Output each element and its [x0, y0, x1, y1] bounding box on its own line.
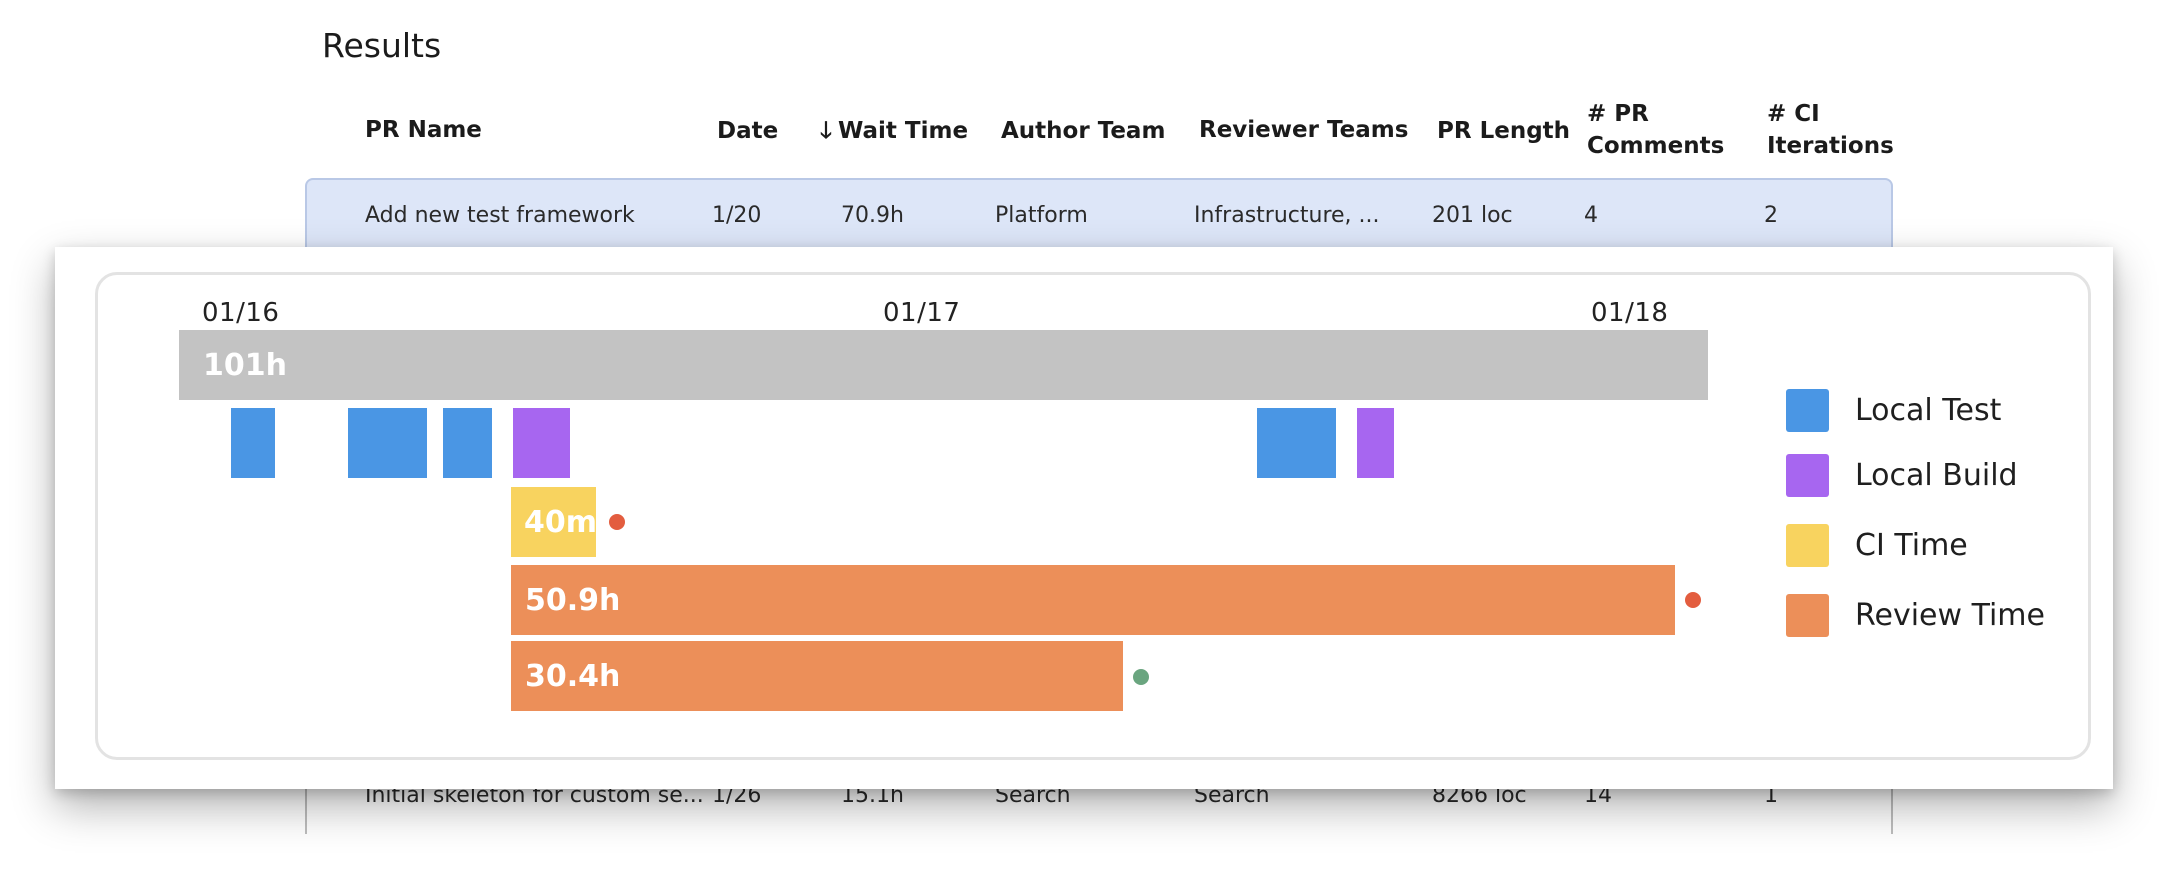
cell-reviewer-teams: Infrastructure, ... [1194, 203, 1380, 228]
cell-pr-length: 201 loc [1432, 203, 1513, 228]
local-test-block [443, 408, 492, 478]
legend-label-local-test: Local Test [1855, 392, 2002, 428]
date-label-0116: 01/16 [202, 298, 280, 328]
date-label-0117: 01/17 [883, 298, 961, 328]
header-pr-comments-line1: # PR [1587, 101, 1649, 127]
header-pr-comments[interactable]: # PR Comments [1587, 98, 1724, 162]
local-test-block [1257, 408, 1336, 478]
header-ci-iterations-line2: Iterations [1767, 133, 1894, 159]
legend-label-review-time: Review Time [1855, 597, 2045, 633]
header-pr-name[interactable]: PR Name [365, 114, 482, 146]
local-test-block [348, 408, 427, 478]
legend-label-ci-time: CI Time [1855, 527, 1968, 563]
header-reviewer-teams[interactable]: Reviewer Teams [1199, 114, 1408, 146]
legend-review-time: Review Time [1786, 593, 2045, 637]
header-pr-comments-line2: Comments [1587, 133, 1725, 159]
results-title: Results [322, 26, 442, 65]
cell-date: 1/20 [712, 203, 762, 228]
sort-desc-icon: 🡓 [820, 118, 832, 144]
status-dot-red [609, 514, 625, 530]
legend-local-test: Local Test [1786, 388, 2001, 432]
legend-swatch-local-build [1786, 453, 1829, 497]
ci-time-label: 40m [524, 504, 598, 540]
local-build-block [1357, 408, 1394, 478]
local-build-block [513, 408, 570, 478]
review-time-bar: 50.9h [511, 565, 1675, 635]
total-wait-bar: 101h [179, 330, 1708, 400]
ci-time-bar: 40m [511, 487, 598, 557]
review-time-bar: 30.4h [511, 641, 1123, 711]
status-dot-green [1133, 669, 1149, 685]
header-ci-iterations-line1: # CI [1767, 101, 1820, 127]
page-root: Results PR Name Date 🡓 Wait Time Author T… [0, 0, 2168, 874]
review-time-label: 50.9h [525, 582, 621, 618]
header-wait-time-label: Wait Time [837, 118, 969, 144]
header-date[interactable]: Date [717, 115, 778, 147]
review-time-label: 30.4h [525, 658, 621, 694]
header-ci-iterations[interactable]: # CI Iterations [1767, 98, 1894, 162]
header-wait-time[interactable]: 🡓 Wait Time [820, 115, 968, 147]
legend-ci-time: CI Time [1786, 523, 1968, 567]
table-header: PR Name Date 🡓 Wait Time Author Team Revi… [0, 98, 2168, 168]
cell-pr-comments: 4 [1584, 203, 1598, 228]
header-author-team[interactable]: Author Team [1001, 115, 1165, 147]
legend-swatch-ci-time [1786, 523, 1829, 567]
local-test-block [231, 408, 275, 478]
cell-wait-time: 70.9h [841, 203, 904, 228]
status-dot-red [1685, 592, 1701, 608]
legend-local-build: Local Build [1786, 453, 2018, 497]
cell-pr-name[interactable]: Add new test framework [365, 201, 635, 231]
date-label-0118: 01/18 [1591, 298, 1669, 328]
total-wait-label: 101h [203, 347, 287, 383]
legend-swatch-review-time [1786, 593, 1829, 637]
legend-swatch-local-test [1786, 388, 1829, 432]
header-pr-length[interactable]: PR Length [1437, 115, 1570, 147]
cell-ci-iterations: 2 [1764, 203, 1778, 228]
legend-label-local-build: Local Build [1855, 457, 2018, 493]
cell-author-team: Platform [995, 203, 1088, 228]
